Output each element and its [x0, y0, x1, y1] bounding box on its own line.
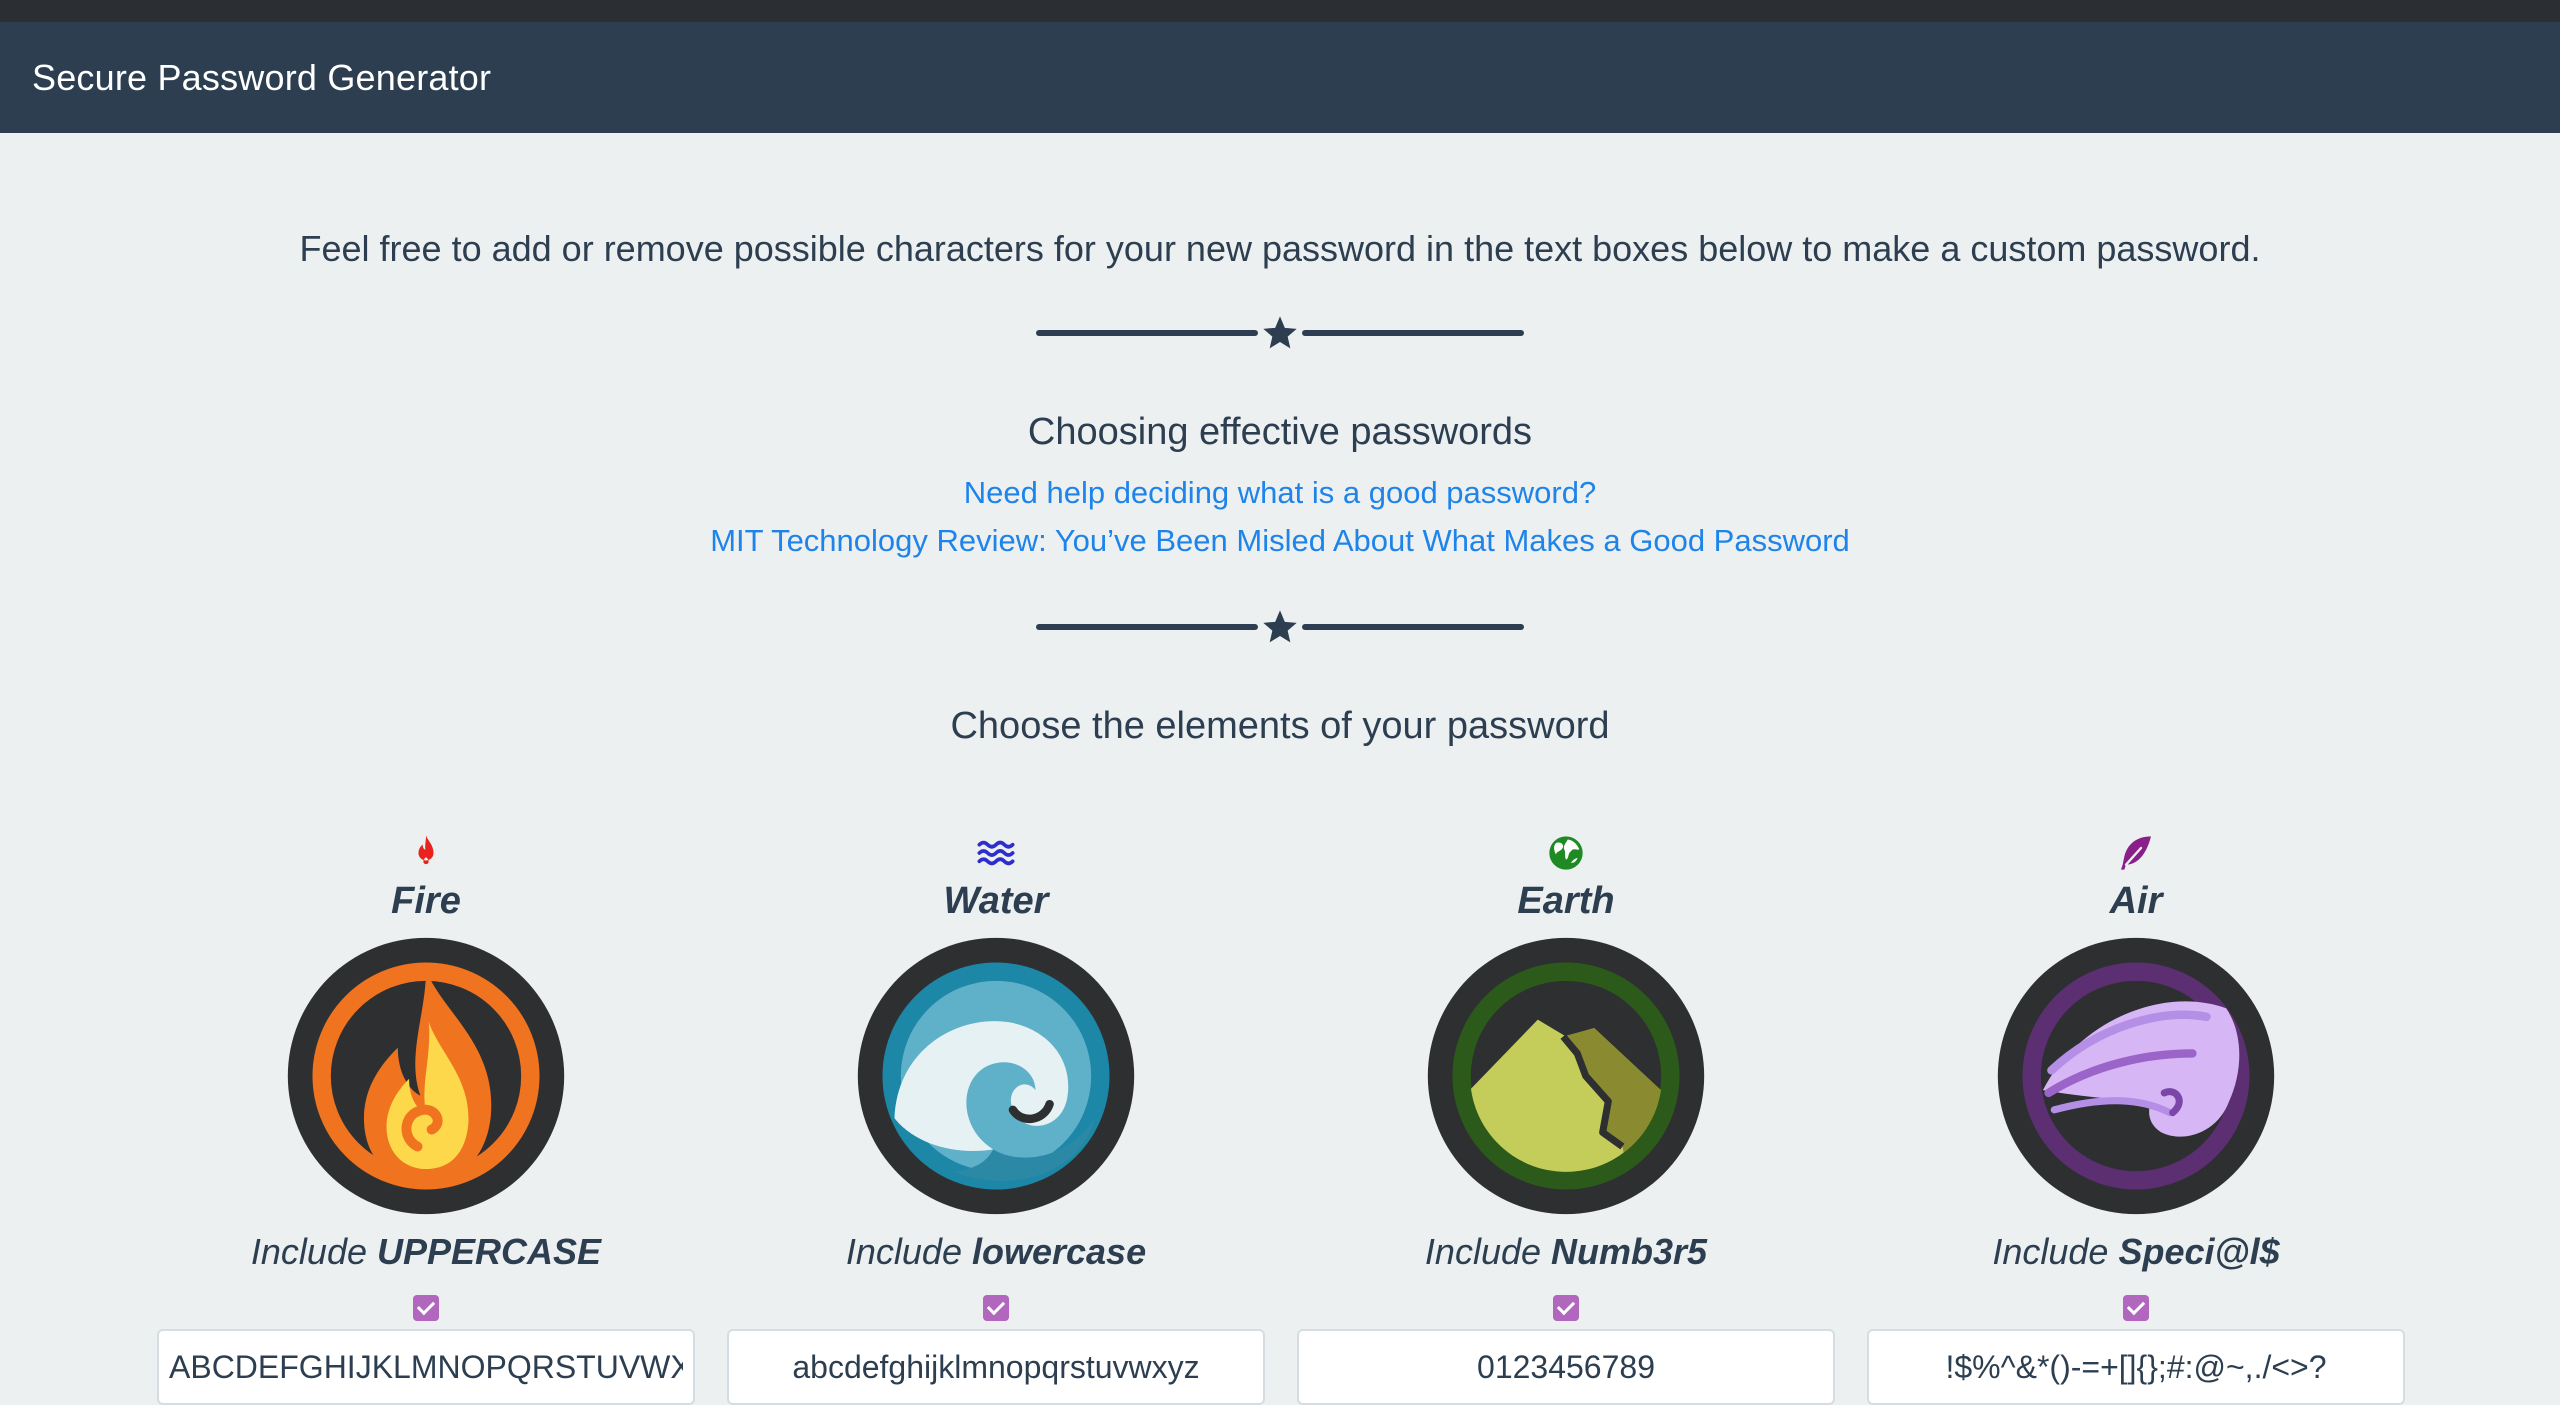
navbar: Secure Password Generator — [0, 22, 2560, 133]
uppercase-chars-input[interactable] — [157, 1329, 695, 1405]
lowercase-chars-input[interactable] — [727, 1329, 1265, 1405]
heading-choosing-passwords: Choosing effective passwords — [1027, 411, 1533, 453]
intro-text: Feel free to add or remove possible char… — [299, 228, 2261, 269]
star-icon — [1263, 316, 1297, 349]
special-chars-input[interactable] — [1867, 1329, 2405, 1405]
element-name-earth: Earth — [1517, 880, 1615, 922]
water-emblem-icon — [857, 937, 1135, 1215]
include-uppercase-label: Include UPPERCASE — [250, 1231, 602, 1272]
element-name-fire: Fire — [391, 880, 461, 922]
element-fire: Fire Include UPPERCASE — [156, 833, 696, 1405]
star-icon — [1263, 610, 1297, 643]
heading-choose-elements: Choose the elements of your password — [950, 705, 1610, 747]
navbar-brand[interactable]: Secure Password Generator — [32, 57, 491, 99]
air-emblem-icon — [1997, 937, 2275, 1215]
include-special-checkbox[interactable] — [2123, 1295, 2149, 1321]
include-numbers-label: Include Numb3r5 — [1424, 1231, 1708, 1272]
element-water: Water Include lowercase — [726, 833, 1266, 1405]
window-top-strip — [0, 0, 2560, 22]
numbers-chars-input[interactable] — [1297, 1329, 1835, 1405]
flame-icon — [418, 835, 434, 865]
include-lowercase-label: Include lowercase — [845, 1231, 1147, 1272]
element-air: Air Include Speci@l$ — [1866, 833, 2406, 1405]
earth-emblem-icon — [1427, 937, 1705, 1215]
element-name-water: Water — [943, 880, 1049, 922]
star-divider — [1036, 313, 1524, 353]
main-content: Feel free to add or remove possible char… — [0, 133, 2560, 1405]
element-earth: Earth Include Numb3r5 — [1296, 833, 1836, 1405]
star-divider — [1036, 607, 1524, 647]
include-special-label: Include Speci@l$ — [1992, 1231, 2280, 1272]
element-name-air: Air — [2109, 880, 2163, 922]
link-good-password-help[interactable]: Need help deciding what is a good passwo… — [0, 475, 2560, 511]
link-mit-technology-review[interactable]: MIT Technology Review: You’ve Been Misle… — [0, 523, 2560, 559]
include-numbers-checkbox[interactable] — [1553, 1295, 1579, 1321]
include-uppercase-checkbox[interactable] — [413, 1295, 439, 1321]
fire-emblem-icon — [287, 937, 565, 1215]
globe-icon — [1549, 836, 1583, 870]
water-waves-icon — [977, 840, 1015, 866]
include-lowercase-checkbox[interactable] — [983, 1295, 1009, 1321]
feather-icon — [2121, 836, 2151, 870]
